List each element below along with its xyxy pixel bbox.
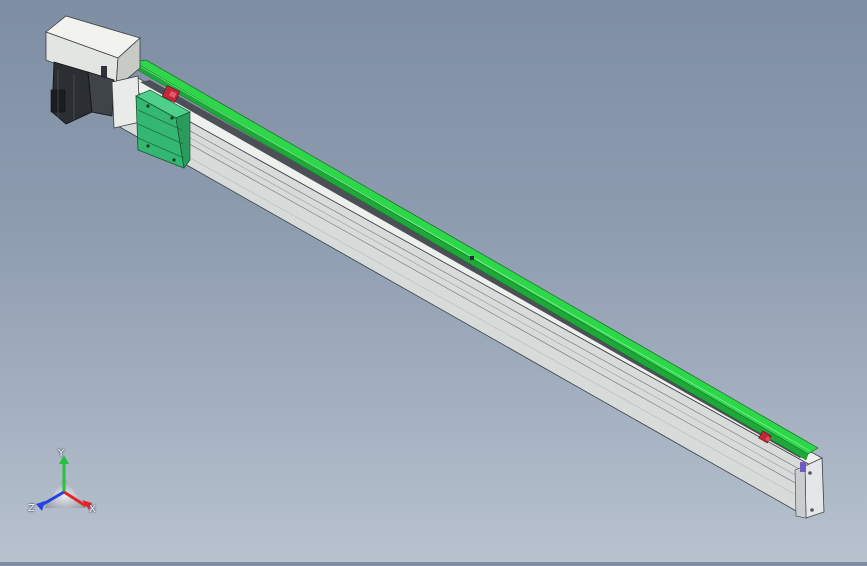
z-axis-label: Z — [28, 503, 35, 514]
carriage-screw — [146, 144, 150, 148]
rail-groove-line — [124, 107, 807, 490]
x-axis-label: X — [89, 504, 96, 515]
coordinate-triad[interactable]: Y X Z — [26, 448, 106, 522]
carriage-screw — [146, 104, 150, 108]
guide-rail-side — [133, 61, 809, 461]
rail-groove-line — [121, 99, 809, 483]
end-cap-marker — [800, 462, 806, 472]
end-cap-face — [794, 465, 807, 519]
z-arrow — [36, 501, 45, 511]
model-canvas[interactable] — [0, 0, 867, 562]
end-cap — [804, 457, 825, 519]
end-cap-screw — [808, 471, 812, 475]
y-axis-label: Y — [58, 448, 65, 459]
rail-groove-line — [119, 91, 811, 476]
end-cap-screw — [810, 508, 814, 512]
rail-front-face — [117, 81, 813, 517]
front-plate — [111, 75, 141, 129]
cad-viewport[interactable]: Y X Z — [0, 0, 867, 562]
carriage-screw — [172, 158, 176, 162]
carriage-screw — [170, 116, 174, 120]
rail-groove-line — [139, 129, 806, 501]
guide-rail — [132, 59, 819, 455]
servo-motor-side — [87, 71, 115, 117]
rail-marker — [470, 256, 474, 260]
